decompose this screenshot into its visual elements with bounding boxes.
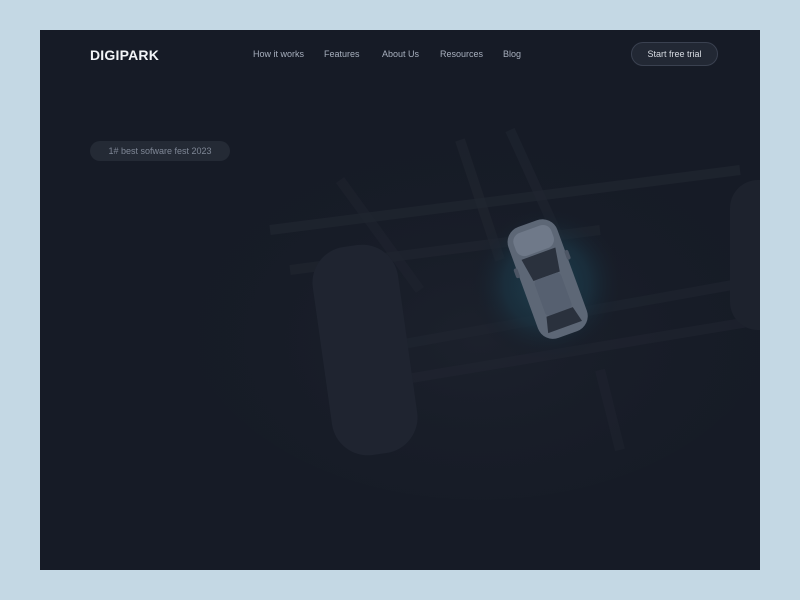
app-window: DIGIPARK How it works Features About Us … — [40, 30, 760, 570]
top-navbar: DIGIPARK How it works Features About Us … — [40, 30, 760, 80]
award-badge: 1# best sofware fest 2023 — [90, 141, 230, 161]
parking-lot-illustration — [180, 100, 760, 500]
nav-link-how-it-works[interactable]: How it works — [253, 49, 304, 59]
nav-link-about-us[interactable]: About Us — [382, 49, 419, 59]
start-free-trial-button[interactable]: Start free trial — [631, 42, 718, 66]
nav-link-resources[interactable]: Resources — [440, 49, 483, 59]
parked-car-silhouette — [730, 180, 760, 330]
nav-link-features[interactable]: Features — [324, 49, 360, 59]
nav-link-blog[interactable]: Blog — [503, 49, 521, 59]
